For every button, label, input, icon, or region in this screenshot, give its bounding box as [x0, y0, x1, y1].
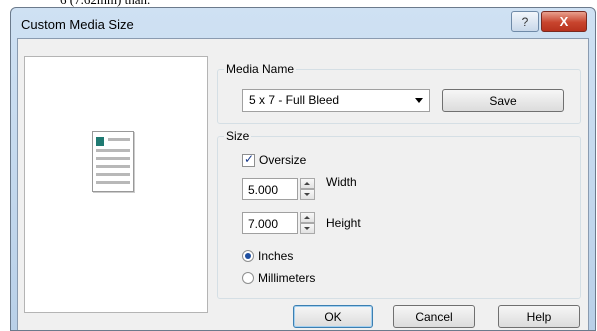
text-line [96, 165, 130, 168]
increment-icon[interactable] [300, 212, 315, 223]
dialog-client-area: Media Name 5 x 7 - Full Bleed Save Size … [17, 38, 589, 330]
increment-icon[interactable] [300, 178, 315, 189]
width-value: 5.000 [248, 183, 279, 197]
chevron-down-icon [415, 98, 423, 103]
media-name-selected-value: 5 x 7 - Full Bleed [249, 93, 340, 107]
ok-button[interactable]: OK [293, 305, 373, 328]
size-group-label: Size [224, 129, 252, 143]
width-spinner[interactable] [300, 178, 315, 200]
title-bar[interactable]: Custom Media Size ? X [11, 8, 595, 38]
close-icon: X [559, 14, 569, 29]
millimeters-radio[interactable] [242, 272, 254, 284]
help-button[interactable]: Help [498, 305, 580, 328]
oversize-label: Oversize [259, 153, 307, 167]
media-name-group-label: Media Name [224, 62, 297, 76]
radio-selected-dot [245, 253, 251, 259]
page-preview-icon [92, 131, 134, 192]
context-help-button[interactable]: ? [511, 11, 539, 32]
height-spinner[interactable] [300, 212, 315, 234]
media-name-dropdown[interactable]: 5 x 7 - Full Bleed [242, 89, 430, 112]
ok-button-label: OK [324, 309, 342, 324]
checkmark-icon: ✓ [244, 152, 255, 166]
height-label: Height [326, 216, 361, 230]
inches-label: Inches [258, 249, 294, 263]
cancel-button[interactable]: Cancel [393, 305, 475, 328]
custom-media-size-dialog: Custom Media Size ? X Media Name 5 x 7 -… [10, 7, 596, 331]
cancel-button-label: Cancel [415, 309, 453, 324]
size-group: Size ✓ Oversize 5.000 Width 7.000 Height [217, 129, 581, 299]
text-line [96, 149, 130, 152]
inches-radio[interactable] [242, 250, 254, 262]
image-thumbnail-icon [96, 137, 104, 146]
decrement-icon[interactable] [300, 223, 315, 234]
close-button[interactable]: X [541, 11, 587, 32]
millimeters-label: Millimeters [258, 271, 316, 285]
save-button-label: Save [489, 93, 517, 108]
text-line [96, 157, 130, 160]
height-input[interactable]: 7.000 [242, 212, 298, 234]
text-line [96, 181, 130, 184]
question-mark-icon: ? [521, 14, 529, 29]
window-title: Custom Media Size [21, 17, 134, 32]
oversize-checkbox[interactable]: ✓ [242, 152, 255, 167]
height-value: 7.000 [248, 217, 279, 231]
text-line [96, 173, 130, 176]
save-button[interactable]: Save [442, 89, 564, 112]
width-label: Width [326, 175, 357, 189]
media-name-group: Media Name 5 x 7 - Full Bleed Save [217, 62, 581, 124]
decrement-icon[interactable] [300, 189, 315, 200]
width-input[interactable]: 5.000 [242, 178, 298, 200]
text-line [108, 138, 130, 141]
help-button-label: Help [526, 309, 552, 324]
